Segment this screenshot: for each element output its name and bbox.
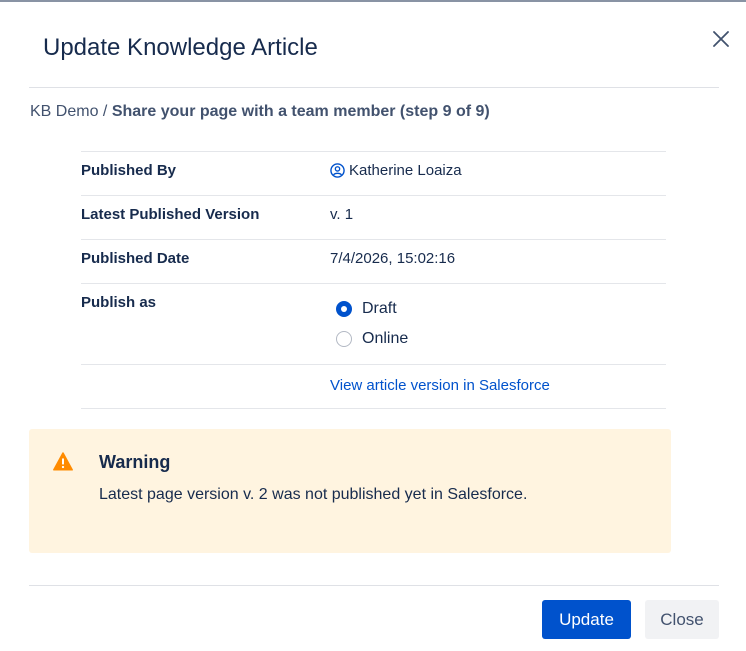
dialog-top-border (0, 0, 746, 2)
published-by-label: Published By (81, 162, 177, 179)
online-radio-label: Online (362, 330, 409, 347)
close-dialog-button[interactable] (708, 26, 734, 52)
published-by-value: Katherine Loaiza (349, 162, 462, 179)
breadcrumb-current-page: Share your page with a team member (step… (111, 103, 490, 120)
footer-divider (29, 585, 719, 586)
view-link-row: View article version in Salesforce (81, 364, 666, 409)
view-article-salesforce-link[interactable]: View article version in Salesforce (330, 377, 550, 394)
warning-message: Latest page version v. 2 was not publish… (99, 486, 528, 503)
online-radio[interactable] (336, 331, 352, 347)
warning-icon (53, 452, 73, 471)
publish-as-row: Publish as Draft Online (81, 283, 666, 364)
published-date-value: 7/4/2026, 15:02:16 (330, 250, 456, 267)
warning-title: Warning (99, 452, 171, 472)
dialog-title: Update Knowledge Article (43, 34, 318, 61)
latest-version-value: v. 1 (330, 206, 354, 223)
user-avatar-icon (330, 163, 345, 178)
publish-as-radio-group: Draft Online (336, 294, 408, 354)
header-divider (29, 87, 719, 88)
publish-as-draft-option[interactable]: Draft (336, 294, 408, 324)
warning-banner: Warning Latest page version v. 2 was not… (29, 429, 671, 553)
update-button[interactable]: Update (542, 600, 631, 639)
draft-radio-label: Draft (362, 300, 397, 317)
close-button[interactable]: Close (645, 600, 719, 639)
breadcrumb-space[interactable]: KB Demo (30, 103, 98, 120)
draft-radio[interactable] (336, 301, 352, 317)
published-by-row: Published By Katherine Loaiza (81, 151, 666, 195)
published-date-row: Published Date 7/4/2026, 15:02:16 (81, 239, 666, 283)
article-details-table: Published By Katherine Loaiza Latest Pub… (81, 151, 666, 409)
latest-version-label: Latest Published Version (81, 206, 260, 223)
close-icon (713, 31, 729, 47)
latest-version-row: Latest Published Version v. 1 (81, 195, 666, 239)
publish-as-label: Publish as (81, 294, 157, 311)
publish-as-online-option[interactable]: Online (336, 324, 408, 354)
breadcrumb: KB Demo / Share your page with a team me… (30, 103, 490, 121)
published-by-user-link[interactable]: Katherine Loaiza (330, 162, 462, 179)
breadcrumb-separator: / (102, 103, 108, 120)
published-date-label: Published Date (81, 250, 190, 267)
